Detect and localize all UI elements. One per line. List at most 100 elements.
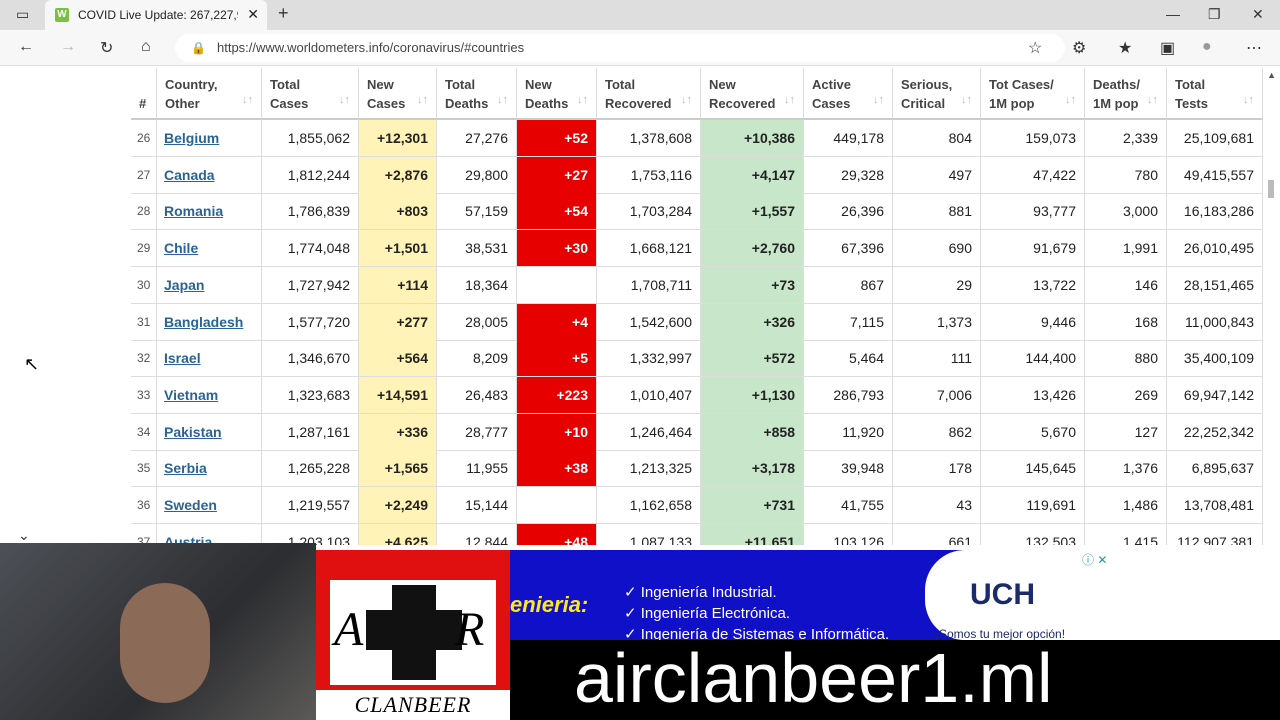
- cell-total-recovered: 1,213,325: [597, 450, 701, 488]
- favorites-icon[interactable]: ★: [1118, 38, 1132, 58]
- country-link[interactable]: Bangladesh: [157, 303, 262, 341]
- country-link[interactable]: Japan: [157, 266, 262, 304]
- country-link[interactable]: Chile: [157, 230, 262, 268]
- header-total-tests[interactable]: Total Tests ↓↑: [1167, 68, 1263, 120]
- header-active-cases[interactable]: Active Cases ↓↑: [804, 68, 893, 120]
- sort-icon[interactable]: ↓↑: [1243, 91, 1254, 110]
- cell-deaths-per-million: 780: [1085, 156, 1167, 194]
- sort-icon[interactable]: ↓↑: [873, 91, 884, 110]
- sort-icon[interactable]: ↓↑: [1147, 91, 1158, 110]
- cell-total-recovered: 1,162,658: [597, 487, 701, 524]
- chevron-down-icon[interactable]: ⌄: [18, 527, 30, 544]
- country-link[interactable]: Vietnam: [157, 376, 262, 414]
- maximize-icon[interactable]: ❐: [1208, 6, 1221, 23]
- sort-icon[interactable]: ↓↑: [681, 91, 692, 110]
- country-link[interactable]: Belgium: [157, 120, 262, 157]
- tab-actions-icon[interactable]: ▭: [16, 6, 29, 23]
- home-icon[interactable]: ⌂: [141, 38, 151, 56]
- extensions-icon[interactable]: ⚙: [1072, 38, 1086, 58]
- sort-icon[interactable]: ↓↑: [497, 91, 508, 110]
- cell-deaths-per-million: 168: [1085, 303, 1167, 341]
- country-link[interactable]: Romania: [157, 193, 262, 231]
- cell-serious-critical: 29: [893, 266, 981, 304]
- sort-icon[interactable]: ↓↑: [961, 91, 972, 110]
- profile-avatar[interactable]: ●: [1202, 38, 1212, 56]
- header-new-recovered[interactable]: New Recovered ↓↑: [701, 68, 804, 120]
- cell-total-cases: 1,346,670: [262, 340, 359, 378]
- tab-title: COVID Live Update: 267,227,956: [78, 8, 238, 22]
- cell-serious-critical: 497: [893, 156, 981, 194]
- new-tab-button[interactable]: +: [278, 3, 289, 24]
- forward-icon[interactable]: →: [60, 38, 76, 56]
- cell-new-cases: +4,625: [359, 523, 437, 545]
- cell-active-cases: 5,464: [804, 340, 893, 378]
- cell-active-cases: 7,115: [804, 303, 893, 341]
- countries-table: # Country, Other ↓↑ Total Cases ↓↑ New Cases ↓…: [131, 68, 1263, 545]
- cell-new-cases: +14,591: [359, 376, 437, 414]
- country-link[interactable]: Israel: [157, 340, 262, 378]
- refresh-icon[interactable]: ↻: [100, 38, 113, 58]
- cell-rank: 29: [131, 230, 157, 268]
- sort-icon[interactable]: ↓↑: [242, 91, 253, 110]
- cell-rank: 31: [131, 303, 157, 341]
- logo-text: CLANBEER: [316, 690, 510, 720]
- cell-new-recovered: +1,557: [701, 193, 804, 231]
- menu-icon[interactable]: ⋯: [1246, 38, 1262, 58]
- header-total-deaths[interactable]: Total Deaths ↓↑: [437, 68, 517, 120]
- cell-total-cases: 1,786,839: [262, 193, 359, 231]
- country-link[interactable]: Canada: [157, 156, 262, 194]
- scrollbar-thumb[interactable]: [1268, 180, 1274, 198]
- cell-total-tests: 13,708,481: [1167, 487, 1263, 524]
- cell-total-deaths: 11,955: [437, 450, 517, 488]
- browser-tab[interactable]: W COVID Live Update: 267,227,956 ✕: [45, 0, 267, 30]
- favorite-add-icon[interactable]: ☆: [1028, 38, 1042, 58]
- cell-total-deaths: 29,800: [437, 156, 517, 194]
- cell-total-cases: 1,265,228: [262, 450, 359, 488]
- country-link[interactable]: Serbia: [157, 450, 262, 488]
- sort-icon[interactable]: ↓↑: [577, 91, 588, 110]
- cell-total-cases: 1,219,557: [262, 487, 359, 524]
- url-input[interactable]: 🔒 https://www.worldometers.info/coronavir…: [175, 34, 1065, 62]
- advertisement-banner[interactable]: enieria: ✓ Ingeniería Industrial. ✓ Inge…: [510, 550, 1110, 640]
- header-label: New Cases: [367, 77, 406, 111]
- close-tab-icon[interactable]: ✕: [247, 6, 259, 23]
- header-total-cases[interactable]: Total Cases ↓↑: [262, 68, 359, 120]
- header-new-deaths[interactable]: New Deaths ↓↑: [517, 68, 597, 120]
- cell-new-deaths: +30: [517, 230, 597, 268]
- sort-icon[interactable]: ↓↑: [417, 91, 428, 110]
- scroll-up-icon[interactable]: ▲: [1267, 70, 1276, 80]
- cell-new-deaths: +5: [517, 340, 597, 378]
- minimize-icon[interactable]: —: [1166, 6, 1180, 22]
- header-label: Country, Other: [165, 77, 218, 111]
- cell-total-tests: 22,252,342: [1167, 413, 1263, 451]
- header-deaths-per-million[interactable]: Deaths/ 1M pop ↓↑: [1085, 68, 1167, 120]
- header-rank[interactable]: #: [131, 68, 157, 120]
- country-link[interactable]: Sweden: [157, 487, 262, 524]
- header-total-recovered[interactable]: Total Recovered ↓↑: [597, 68, 701, 120]
- header-serious-critical[interactable]: Serious, Critical ↓↑: [893, 68, 981, 120]
- cell-cases-per-million: 5,670: [981, 413, 1085, 451]
- cell-deaths-per-million: 269: [1085, 376, 1167, 414]
- ad-close-icon[interactable]: ⓘ ✕: [1082, 551, 1107, 568]
- close-window-icon[interactable]: ✕: [1252, 6, 1264, 23]
- cell-new-deaths: +52: [517, 120, 597, 157]
- sort-icon[interactable]: ↓↑: [784, 91, 795, 110]
- header-new-cases[interactable]: New Cases ↓↑: [359, 68, 437, 120]
- header-country[interactable]: Country, Other ↓↑: [157, 68, 262, 120]
- collections-icon[interactable]: ▣: [1160, 38, 1175, 58]
- cell-total-recovered: 1,708,711: [597, 266, 701, 304]
- cell-total-deaths: 28,005: [437, 303, 517, 341]
- back-icon[interactable]: ←: [18, 38, 34, 56]
- sort-icon[interactable]: ↓↑: [1065, 91, 1076, 110]
- cell-new-cases: +2,876: [359, 156, 437, 194]
- country-link[interactable]: Austria: [157, 523, 262, 545]
- cell-new-deaths: +48: [517, 523, 597, 545]
- sort-icon[interactable]: ↓↑: [339, 91, 350, 110]
- country-link[interactable]: Pakistan: [157, 413, 262, 451]
- cell-rank: 34: [131, 413, 157, 451]
- cell-deaths-per-million: 1,376: [1085, 450, 1167, 488]
- cell-total-recovered: 1,753,116: [597, 156, 701, 194]
- header-cases-per-million[interactable]: Tot Cases/ 1M pop ↓↑: [981, 68, 1085, 120]
- cell-cases-per-million: 13,426: [981, 376, 1085, 414]
- cell-deaths-per-million: 2,339: [1085, 120, 1167, 157]
